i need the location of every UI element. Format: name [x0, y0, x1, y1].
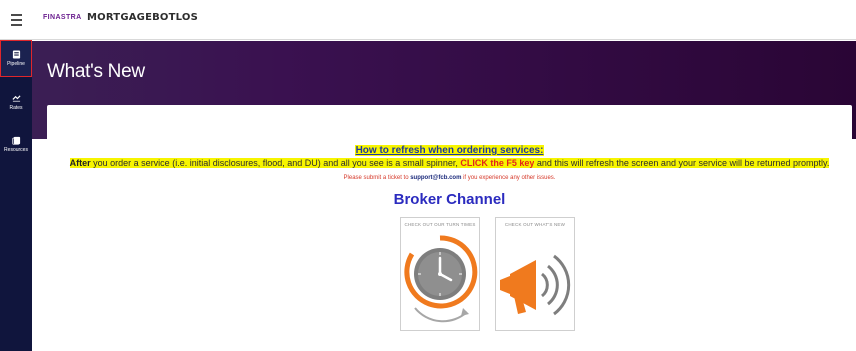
product-name: MORTGAGEBOTLOS — [87, 12, 198, 23]
notice-title: How to refresh when ordering services: — [47, 145, 852, 156]
card-caption: CHECK OUT OUR TURN TIMES — [404, 222, 476, 227]
notice-text-1: you order a service (i.e. initial disclo… — [90, 158, 461, 168]
page-title: What's New — [47, 61, 145, 82]
channel-title: Broker Channel — [393, 191, 506, 208]
megaphone-icon — [500, 254, 571, 316]
top-bar: FINASTRA MORTGAGEBOTLOS — [0, 0, 856, 40]
card-caption: CHECK OUT WHAT'S NEW — [504, 222, 566, 227]
sidebar-item-label: Pipeline — [7, 61, 25, 67]
turn-times-card[interactable]: CHECK OUT OUR TURN TIMES — [400, 217, 480, 331]
notice-after: After — [69, 158, 91, 168]
sidebar: Pipeline Rates Resources — [0, 40, 32, 351]
sidebar-item-rates[interactable]: Rates — [0, 88, 32, 116]
sidebar-item-resources[interactable]: Resources — [0, 130, 32, 158]
clock-icon — [404, 235, 478, 323]
notice-title-text: How to refresh when ordering services: — [354, 145, 545, 156]
support-notice: Please submit a ticket to support@fcb.co… — [47, 175, 852, 181]
sidebar-item-pipeline[interactable]: Pipeline — [0, 40, 32, 77]
notice-text-2: and this will refresh the screen and you… — [534, 158, 830, 168]
resources-icon — [11, 136, 20, 145]
sidebar-item-label: Rates — [9, 104, 23, 111]
support-email-link[interactable]: support@fcb.com — [410, 175, 461, 181]
content-panel: How to refresh when ordering services: A… — [47, 105, 852, 351]
menu-icon[interactable] — [0, 0, 32, 40]
rates-icon — [11, 94, 21, 102]
whats-new-card[interactable]: CHECK OUT WHAT'S NEW — [495, 217, 575, 331]
sidebar-item-label: Resources — [4, 146, 28, 153]
pipeline-icon — [12, 50, 20, 59]
notice-line: After you order a service (i.e. initial … — [47, 158, 852, 168]
brand-logo: FINASTRA — [43, 14, 82, 21]
support-text-2: if you experience any other issues. — [461, 175, 556, 181]
notice-f5: CLICK the F5 key — [460, 158, 535, 168]
support-text-1: Please submit a ticket to — [343, 175, 411, 181]
